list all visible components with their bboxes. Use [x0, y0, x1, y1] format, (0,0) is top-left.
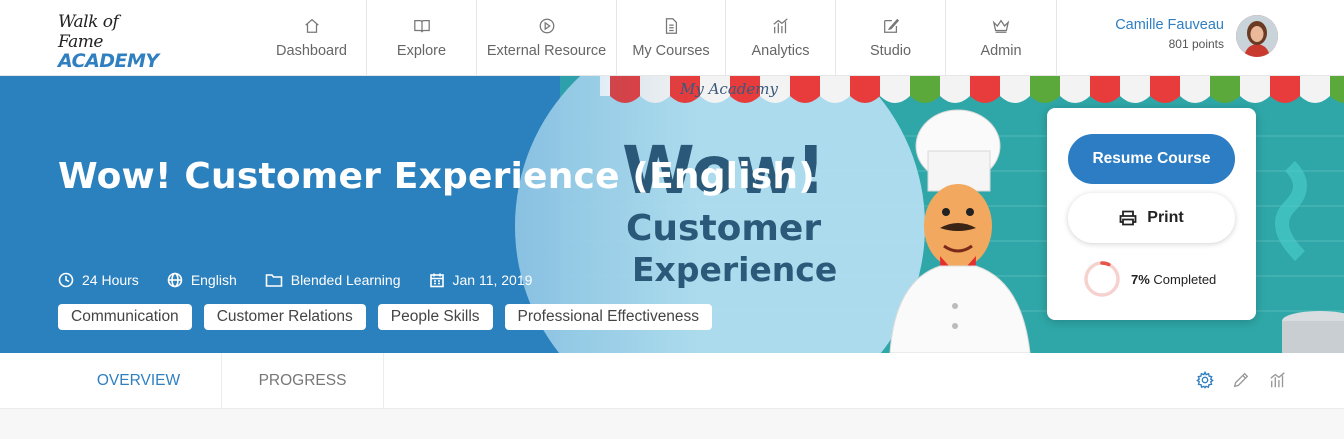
meta-language-text: English	[190, 272, 237, 288]
nav-dashboard-label: Dashboard	[276, 42, 347, 59]
gear-icon[interactable]	[1196, 371, 1214, 389]
meta-duration: 24 Hours	[58, 272, 139, 288]
tag-communication[interactable]: Communication	[58, 304, 192, 330]
nav-studio-label: Studio	[869, 42, 912, 59]
globe-icon	[167, 272, 183, 288]
user-name[interactable]: Camille Fauveau	[1115, 17, 1224, 33]
banner-word-3: Experience	[632, 250, 838, 289]
nav-my-courses[interactable]: My Courses	[617, 0, 726, 75]
user-points: 801 points	[1168, 37, 1224, 51]
meta-language: English	[167, 272, 237, 288]
logo-line-1: Walk of Fame	[58, 12, 119, 52]
nav-external-resource-label: External Resource	[486, 42, 607, 59]
calendar-icon	[429, 273, 444, 288]
bar-chart-icon	[772, 17, 788, 33]
nav-studio[interactable]: Studio	[836, 0, 946, 75]
main-nav: Dashboard Explore External Resource My C…	[257, 0, 1057, 75]
meta-type-text: Blended Learning	[290, 272, 401, 288]
course-action-card: Resume Course Print 7% Completed	[1047, 108, 1256, 320]
nav-analytics-label: Analytics	[751, 42, 810, 59]
logo[interactable]: Walk of Fame ACADEMY	[58, 12, 168, 72]
progress-ring	[1084, 261, 1120, 297]
progress-suffix: Completed	[1153, 271, 1217, 287]
edit-icon	[883, 18, 899, 33]
meta-date: Jan 11, 2019	[429, 272, 533, 288]
nav-explore[interactable]: Explore	[367, 0, 477, 75]
banner-word-2: Customer	[626, 208, 822, 249]
nav-external-resource[interactable]: External Resource	[477, 0, 617, 75]
printer-icon	[1119, 210, 1137, 226]
meta-type: Blended Learning	[265, 272, 401, 288]
tab-overview[interactable]: OVERVIEW	[56, 353, 222, 409]
nav-my-courses-label: My Courses	[632, 42, 710, 59]
tag-professional-effectiveness[interactable]: Professional Effectiveness	[504, 304, 713, 330]
folder-icon	[265, 274, 283, 287]
banner-caption: My Academy	[680, 80, 778, 98]
pencil-icon[interactable]	[1232, 371, 1250, 389]
course-title: Wow! Customer Experience (English)	[58, 156, 815, 197]
course-meta: 24 Hours English Blended Learning Jan 11…	[58, 272, 532, 288]
meta-duration-text: 24 Hours	[82, 272, 139, 288]
tag-customer-relations[interactable]: Customer Relations	[203, 304, 366, 330]
resume-course-button[interactable]: Resume Course	[1068, 134, 1235, 184]
bar-chart-icon[interactable]	[1268, 371, 1288, 389]
user-info[interactable]: Camille Fauveau 801 points	[1115, 17, 1224, 51]
top-navigation-bar: Walk of Fame ACADEMY Dashboard Explore E…	[0, 0, 1344, 76]
course-tabs: OVERVIEW PROGRESS	[0, 353, 1344, 409]
nav-analytics[interactable]: Analytics	[726, 0, 836, 75]
tab-progress[interactable]: PROGRESS	[222, 353, 384, 409]
progress-percent: 7%	[1131, 271, 1150, 287]
course-hero-banner: My Academy Wow! Customer Experience Wow!…	[0, 76, 1344, 353]
tag-people-skills[interactable]: People Skills	[377, 304, 493, 330]
book-icon	[413, 19, 430, 32]
avatar[interactable]	[1236, 15, 1278, 57]
course-tags: Communication Customer Relations People …	[58, 304, 713, 330]
nav-admin[interactable]: Admin	[946, 0, 1057, 75]
progress-text: 7% Completed	[1131, 272, 1216, 287]
document-icon	[665, 17, 678, 34]
print-button[interactable]: Print	[1068, 193, 1235, 243]
course-tools	[1196, 371, 1288, 389]
print-label: Print	[1147, 209, 1184, 226]
course-progress: 7% Completed	[1083, 260, 1216, 298]
play-circle-icon	[539, 18, 554, 33]
clock-icon	[58, 272, 74, 288]
nav-explore-label: Explore	[396, 42, 447, 59]
meta-date-text: Jan 11, 2019	[452, 272, 533, 288]
home-icon	[304, 18, 319, 33]
nav-dashboard[interactable]: Dashboard	[257, 0, 367, 75]
crown-icon	[992, 18, 1010, 33]
nav-admin-label: Admin	[980, 42, 1022, 59]
logo-line-2: ACADEMY	[58, 50, 159, 72]
